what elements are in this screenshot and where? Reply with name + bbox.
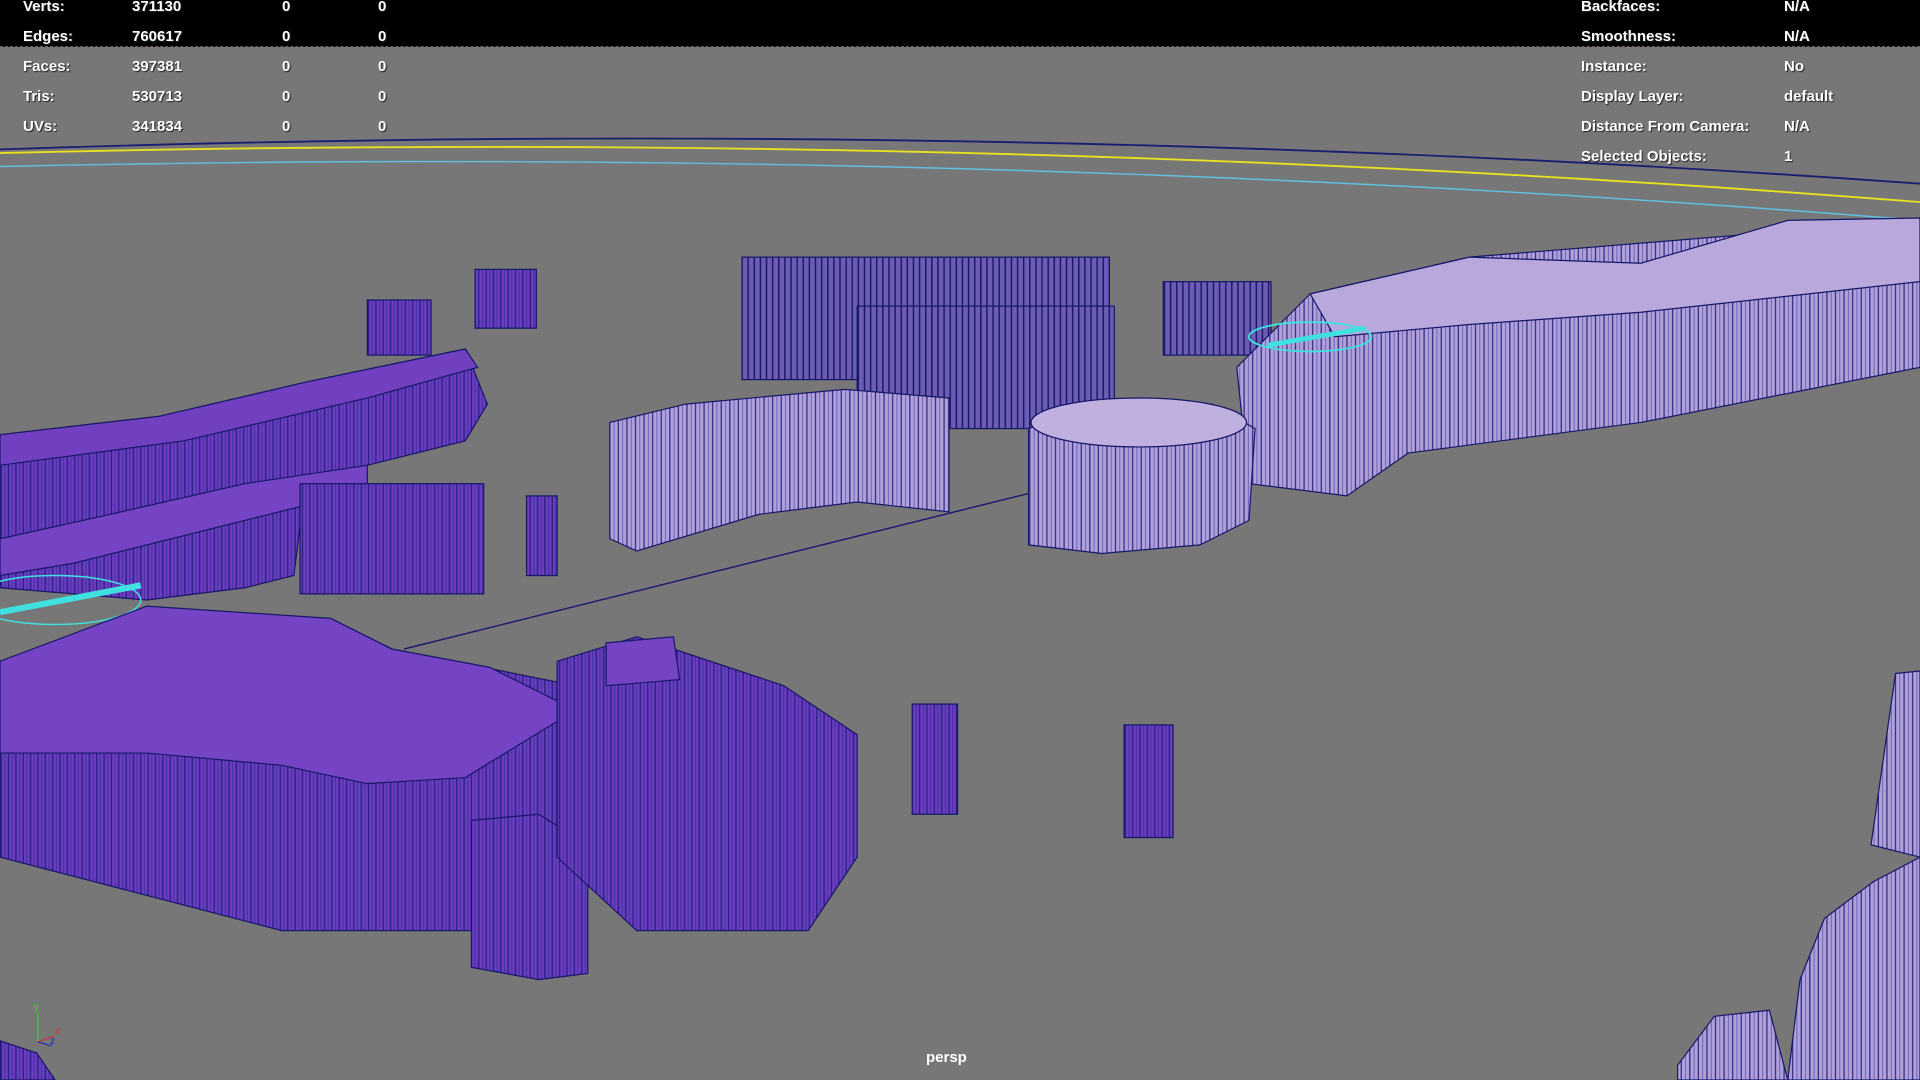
hud-value-tris-other: 0 — [378, 88, 387, 105]
axis-z-label: z — [50, 1036, 55, 1047]
hud-value-uvs-selected: 0 — [282, 118, 291, 135]
hud-value-faces: 397381 — [132, 58, 183, 75]
hud-value-uvs: 341834 — [132, 118, 183, 135]
hud-value-edges-other: 0 — [378, 28, 387, 45]
hud-value-instance: No — [1784, 58, 1804, 75]
mesh-middle-group — [525, 388, 1256, 577]
hud-value-verts-other: 0 — [378, 0, 387, 15]
hud-label-instance: Instance: — [1581, 58, 1647, 75]
hud-label-selected-objects: Selected Objects: — [1581, 148, 1707, 165]
hud-value-edges-selected: 0 — [282, 28, 291, 45]
hud-value-tris: 530713 — [132, 88, 183, 105]
hud-value-uvs-other: 0 — [378, 118, 387, 135]
hud-value-faces-other: 0 — [378, 58, 387, 75]
hud-label-backfaces: Backfaces: — [1581, 0, 1661, 15]
hud-label-smoothness: Smoothness: — [1581, 28, 1677, 45]
hud-label-uvs: UVs: — [23, 118, 58, 135]
mesh-right-group — [1236, 217, 1920, 497]
hud-value-selected-objects: 1 — [1784, 148, 1793, 165]
hud-value-smoothness: N/A — [1784, 28, 1810, 45]
hud-value-verts-selected: 0 — [282, 0, 291, 15]
mesh-left-band — [0, 348, 489, 626]
hud-label-faces: Faces: — [23, 58, 71, 75]
hud-value-edges: 760617 — [132, 28, 183, 45]
hud-label-display-layer: Display Layer: — [1581, 88, 1684, 105]
hud-value-verts: 371130 — [132, 0, 182, 15]
hud-value-distance: N/A — [1784, 118, 1810, 135]
hud-value-tris-selected: 0 — [282, 88, 291, 105]
camera-label: persp — [926, 1049, 967, 1066]
mesh-lower-left — [0, 605, 1174, 981]
axis-y-label: y — [34, 1002, 39, 1013]
hud-value-display-layer: default — [1784, 88, 1834, 105]
hud-label-edges: Edges: — [23, 28, 74, 45]
hud-value-backfaces: N/A — [1784, 0, 1810, 15]
hud-label-distance: Distance From Camera: — [1581, 118, 1750, 135]
hud-label-verts: Verts: — [23, 0, 65, 15]
axis-gizmo-icon: y x z — [34, 1002, 60, 1047]
hud-label-tris: Tris: — [23, 88, 55, 105]
hud-value-faces-selected: 0 — [282, 58, 291, 75]
axis-x-label: x — [55, 1026, 60, 1037]
